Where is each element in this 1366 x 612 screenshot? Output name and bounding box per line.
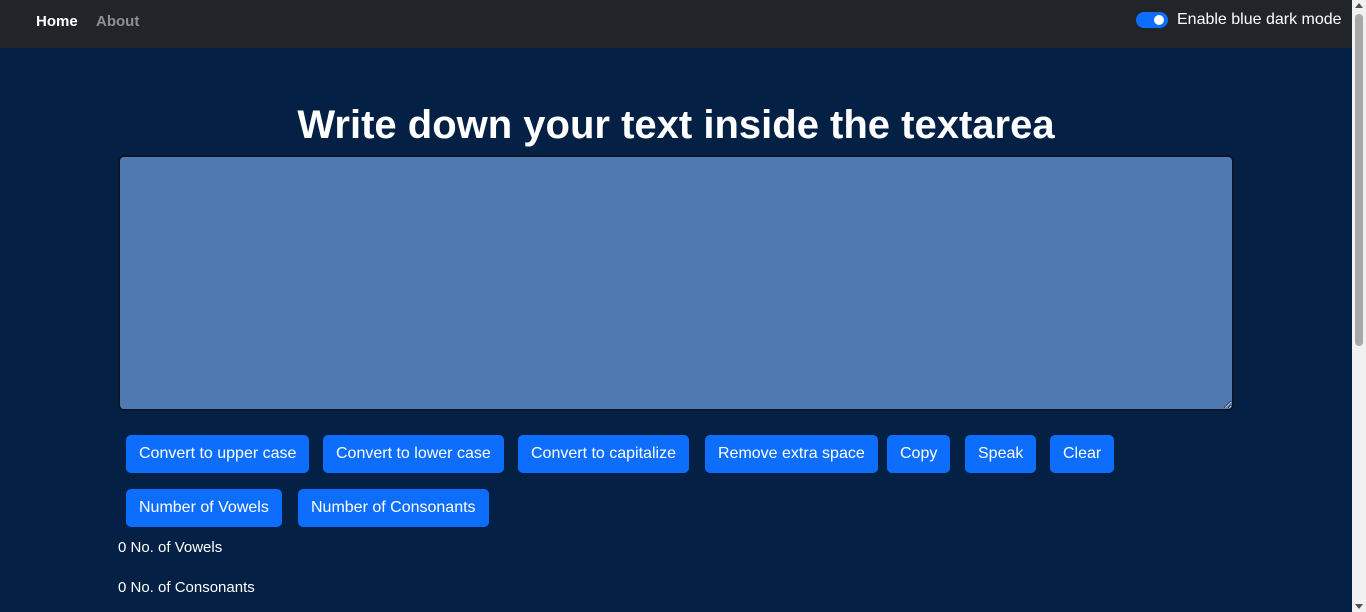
dark-mode-label[interactable]: Enable blue dark mode <box>1177 11 1342 29</box>
remove-extra-space-button[interactable]: Remove extra space <box>705 435 878 473</box>
toggle-knob <box>1154 15 1164 25</box>
navbar: Home About Enable blue dark mode <box>0 0 1352 48</box>
dark-mode-toggle[interactable] <box>1136 12 1168 28</box>
nav-home-link[interactable]: Home <box>36 13 78 31</box>
scroll-thumb[interactable] <box>1355 14 1363 346</box>
uppercase-button[interactable]: Convert to upper case <box>126 435 310 473</box>
page-title: Write down your text inside the textarea <box>297 103 1055 147</box>
scroll-up-arrow-icon[interactable] <box>1355 3 1363 8</box>
page-scrollbar[interactable] <box>1352 0 1366 612</box>
vowels-count-text: 0 No. of Vowels <box>118 539 223 556</box>
clear-button[interactable]: Clear <box>1050 435 1115 473</box>
number-of-vowels-button[interactable]: Number of Vowels <box>126 489 282 527</box>
dark-mode-switch: Enable blue dark mode <box>1136 11 1342 29</box>
text-input-area[interactable] <box>118 155 1234 411</box>
speak-button[interactable]: Speak <box>965 435 1037 473</box>
consonants-count-text: 0 No. of Consonants <box>118 579 255 596</box>
nav-about-link[interactable]: About <box>96 13 139 31</box>
capitalize-button[interactable]: Convert to capitalize <box>518 435 689 473</box>
copy-button[interactable]: Copy <box>887 435 951 473</box>
lowercase-button[interactable]: Convert to lower case <box>323 435 504 473</box>
scroll-down-arrow-icon[interactable] <box>1355 604 1363 609</box>
number-of-consonants-button[interactable]: Number of Consonants <box>298 489 489 527</box>
